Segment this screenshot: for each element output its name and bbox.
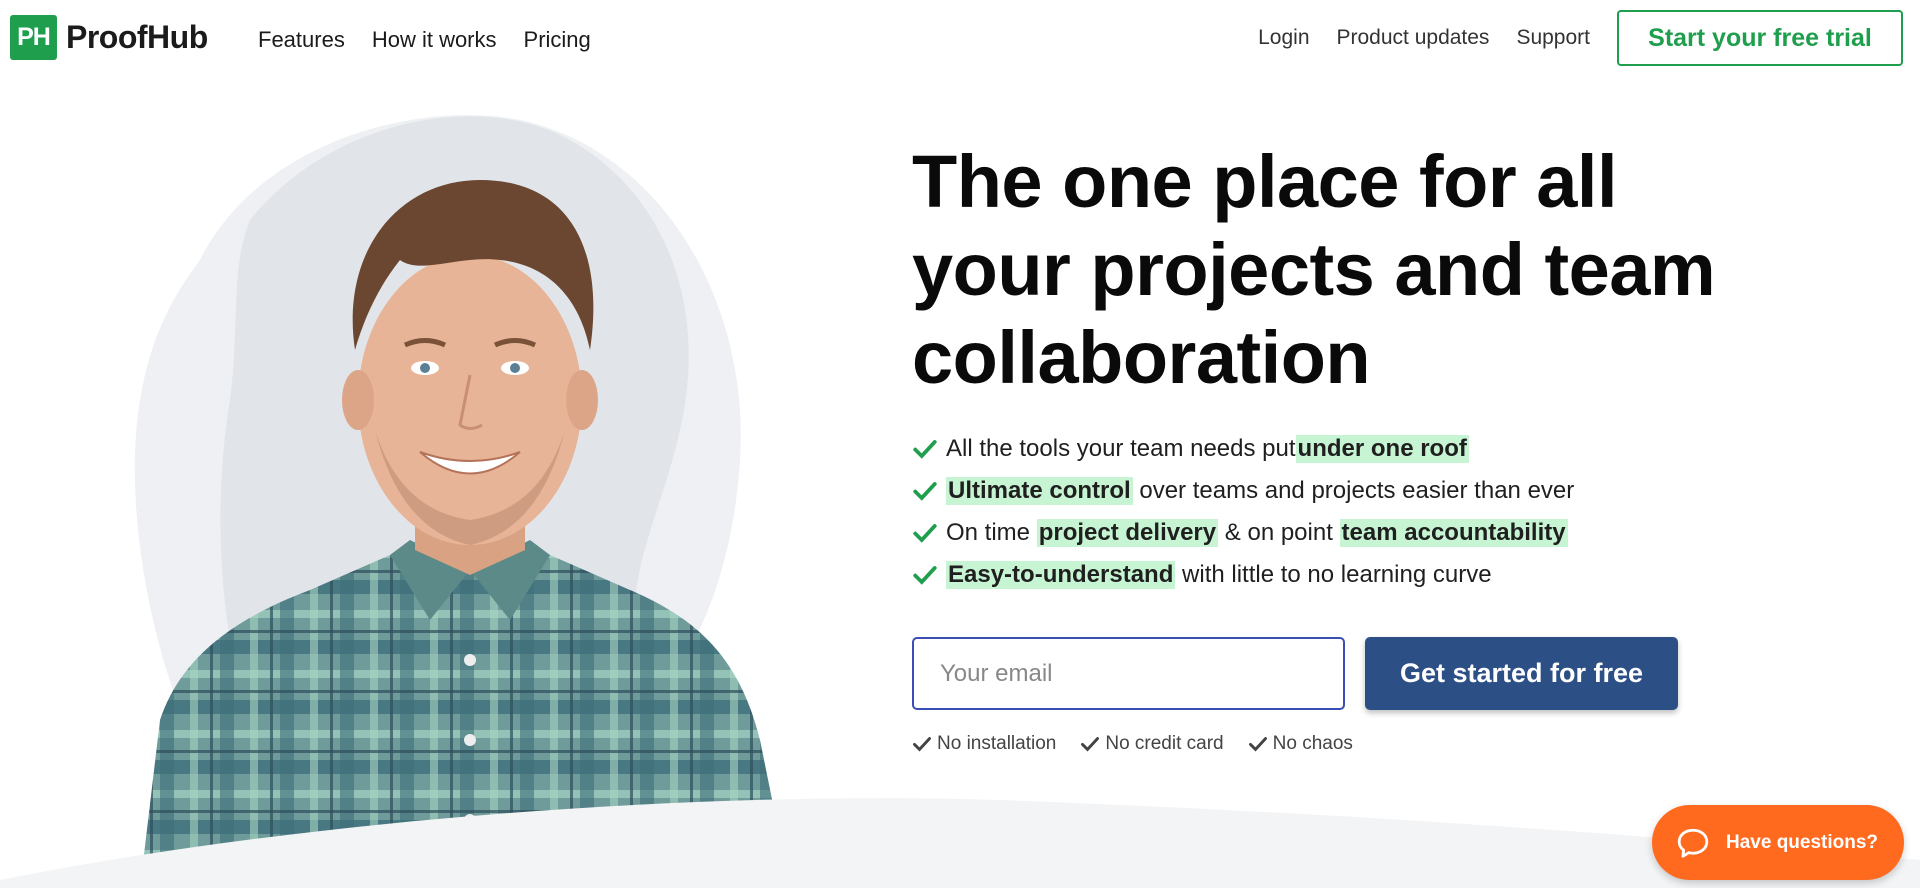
feature-item: On time project delivery & on point team…	[912, 512, 1574, 554]
nav-support[interactable]: Support	[1516, 26, 1590, 50]
feature-item: All the tools your team needs put under …	[912, 428, 1574, 470]
signup-badges: No installation No credit card No chaos	[912, 733, 1353, 755]
feature-item: Easy-to-understand with little to no lea…	[912, 554, 1574, 596]
email-input[interactable]	[912, 637, 1345, 710]
badge-label: No credit card	[1105, 733, 1224, 754]
feature-highlight: project delivery	[1036, 519, 1219, 547]
feature-text: On time	[946, 519, 1037, 546]
get-started-button[interactable]: Get started for free	[1365, 637, 1678, 710]
nav-login[interactable]: Login	[1258, 26, 1309, 50]
feature-item: Ultimate control over teams and projects…	[912, 470, 1574, 512]
feature-text: over teams and projects easier than ever	[1132, 477, 1575, 504]
nav-how-it-works[interactable]: How it works	[372, 27, 497, 53]
check-icon	[913, 440, 937, 459]
badge-no-chaos: No chaos	[1248, 733, 1353, 755]
nav-pricing[interactable]: Pricing	[524, 27, 591, 53]
hero-headline: The one place for all your projects and …	[912, 140, 1716, 399]
check-icon	[1081, 737, 1100, 752]
check-icon	[913, 524, 937, 543]
secondary-nav: Login Product updates Support	[1258, 26, 1590, 50]
feature-highlight: team accountability	[1339, 519, 1568, 547]
feature-highlight: Easy-to-understand	[946, 561, 1176, 589]
hero-portrait-image	[134, 115, 790, 888]
logo-text: ProofHub	[66, 19, 208, 55]
chat-label: Have questions?	[1726, 831, 1879, 853]
primary-nav: Features How it works Pricing	[258, 27, 591, 53]
start-free-trial-button[interactable]: Start your free trial	[1617, 10, 1903, 66]
badge-no-installation: No installation	[912, 733, 1056, 755]
feature-text: All the tools your team needs put	[946, 435, 1296, 462]
badge-label: No installation	[937, 733, 1057, 754]
logo-mark: PH	[10, 15, 57, 60]
feature-highlight: under one roof	[1295, 435, 1469, 463]
nav-product-updates[interactable]: Product updates	[1337, 26, 1490, 50]
check-icon	[913, 737, 931, 752]
logo[interactable]: PH ProofHub	[10, 15, 208, 60]
have-questions-chat-button[interactable]: Have questions?	[1652, 805, 1904, 880]
section-wave-divider	[0, 798, 1920, 888]
feature-text: & on point	[1218, 519, 1340, 546]
site-header: PH ProofHub Features How it works Pricin…	[0, 0, 1920, 76]
badge-no-credit-card: No credit card	[1080, 733, 1224, 755]
badge-label: No chaos	[1272, 733, 1353, 754]
check-icon	[913, 482, 937, 501]
feature-highlight: Ultimate control	[946, 477, 1133, 505]
check-icon	[1248, 737, 1267, 752]
check-icon	[913, 566, 937, 585]
feature-text: with little to no learning curve	[1175, 561, 1492, 588]
feature-list: All the tools your team needs put under …	[912, 428, 1574, 596]
nav-features[interactable]: Features	[258, 27, 345, 53]
chat-bubble-icon	[1677, 828, 1709, 858]
